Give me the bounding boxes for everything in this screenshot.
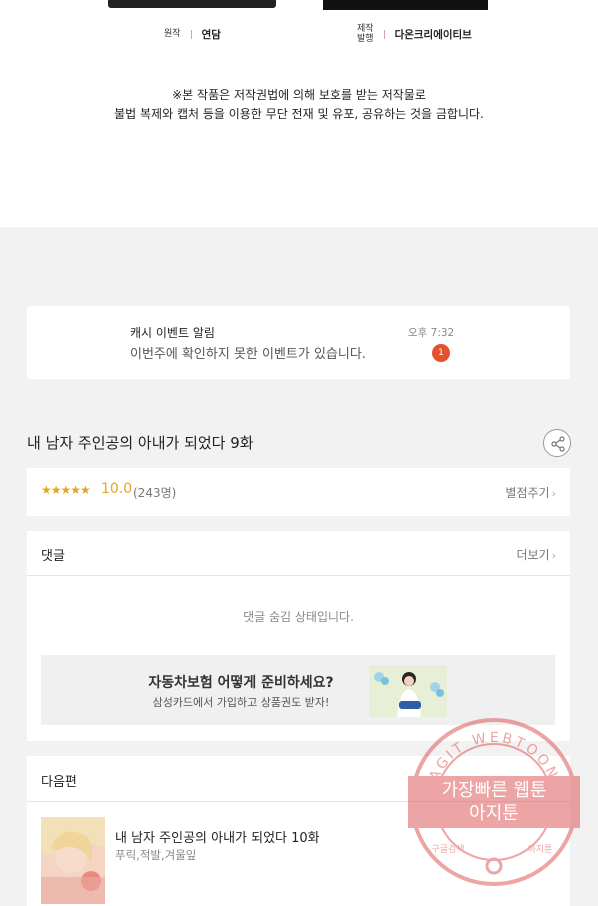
next-episode-label: 다음편: [41, 775, 77, 790]
credit-production: 제작 발행 다온크리에이티브: [357, 24, 472, 45]
notification-title: 캐시 이벤트 알림: [130, 326, 215, 340]
copyright-line-2: 불법 복제와 캡처 등을 이용한 무단 전재 및 유포, 공유하는 것을 금합니…: [114, 107, 484, 121]
share-icon: [551, 436, 565, 452]
comments-header: 댓글 더보기 ›: [27, 531, 570, 576]
next-episode-thumbnail[interactable]: [41, 817, 105, 904]
credits-section: 원작 연담 제작 발행 다온크리에이티브 ※본 작품은 저작권법에 의해 보호를…: [0, 0, 598, 227]
rating-count: (243명): [133, 486, 177, 500]
give-rating-button[interactable]: 별점주기 ›: [505, 484, 556, 501]
chevron-right-icon: ›: [551, 549, 556, 562]
divider: [383, 29, 385, 39]
credit-production-name: 다온크리에이티브: [394, 28, 472, 41]
ad-image: [369, 665, 447, 717]
ad-banner[interactable]: 자동차보험 어떻게 준비하세요? 삼성카드에서 가입하고 상품권도 받자!: [41, 655, 555, 725]
cash-event-notification[interactable]: 캐시 이벤트 알림 이번주에 확인하지 못한 이벤트가 있습니다. 오후 7:3…: [27, 306, 570, 379]
next-episode-card: 다음편 내 남자 주인공의 아내가 되었다 10화 푸릭,적발,겨울잎: [27, 756, 570, 906]
give-rating-label: 별점주기: [505, 486, 550, 500]
notification-badge: 1: [432, 344, 450, 362]
credit-original-role: 원작: [164, 29, 181, 40]
chevron-right-icon: ›: [551, 487, 556, 500]
rating-stars: ★★★★★: [41, 483, 91, 497]
episode-title: 내 남자 주인공의 아내가 되었다 9화: [27, 434, 254, 452]
divider: [190, 30, 192, 39]
share-button[interactable]: [543, 429, 571, 457]
notification-message: 이번주에 확인하지 못한 이벤트가 있습니다.: [130, 347, 366, 362]
credit-production-role: 제작 발행: [357, 24, 374, 45]
comments-more-label: 더보기: [516, 548, 550, 562]
comments-more-button[interactable]: 더보기 ›: [516, 546, 556, 563]
credit-original: 원작 연담: [164, 27, 221, 42]
rating-score: 10.0: [101, 481, 133, 497]
comments-label: 댓글: [41, 549, 65, 564]
comments-card: 댓글 더보기 › 댓글 숨김 상태입니다. 자동차보험 어떻게 준비하세요? 삼성…: [27, 531, 570, 741]
next-episode-header: 다음편: [27, 756, 570, 802]
comments-hidden-text: 댓글 숨김 상태입니다.: [243, 610, 354, 624]
copyright-line-1: ※본 작품은 저작권법에 의해 보호를 받는 저작물로: [172, 88, 426, 102]
credit-original-name: 연담: [201, 29, 221, 41]
rating-card: ★★★★★ 10.0 (243명) 별점주기 ›: [27, 468, 570, 516]
copyright-notice: ※본 작품은 저작권법에 의해 보호를 받는 저작물로 불법 복제와 캡처 등을…: [0, 86, 598, 124]
title-logo-left: [108, 0, 276, 8]
next-episode-title[interactable]: 내 남자 주인공의 아내가 되었다 10화: [115, 827, 320, 846]
next-episode-authors: 푸릭,적발,겨울잎: [115, 848, 197, 862]
notification-time: 오후 7:32: [408, 327, 455, 339]
title-logo-right: [323, 0, 488, 10]
